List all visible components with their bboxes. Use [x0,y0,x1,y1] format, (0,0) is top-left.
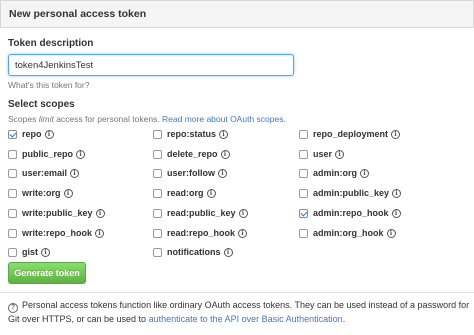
scope-read-org[interactable]: read:org i [153,186,216,200]
scope-label: read:org [167,188,204,198]
scope-repo-deployment[interactable]: repo_deployment i [299,127,401,141]
info-icon[interactable]: i [95,228,105,238]
footer-note: ? Personal access tokens function like or… [8,299,470,326]
info-icon[interactable]: i [63,188,73,198]
info-icon[interactable]: i [220,149,230,159]
info-icon[interactable]: i [206,188,216,198]
scope-read-repo-hook[interactable]: read:repo_hook i [153,226,248,240]
scope-label: write:org [22,188,61,198]
info-icon[interactable]: i [392,188,402,198]
scope-admin-org[interactable]: admin:org i [299,166,369,180]
scope-checkbox-write-org[interactable] [8,188,17,198]
scope-label: repo_deployment [313,129,389,139]
question-icon: ? [8,302,18,313]
scope-repo-status[interactable]: repo:status i [153,127,229,141]
info-icon[interactable]: i [41,247,51,257]
scope-repo[interactable]: repo i [8,127,54,141]
token-description-input[interactable] [8,54,294,76]
scope-admin-repo-hook[interactable]: admin:repo_hook i [299,206,401,220]
scopes-help-prefix: Scopes [8,114,39,124]
scopes-help-em: limit [38,114,54,124]
scope-label: admin:public_key [313,188,390,198]
info-icon[interactable]: i [218,168,228,178]
token-description-note: What's this token for? [8,80,90,90]
scope-label: user:email [22,168,68,178]
scope-label: notifications [167,247,221,257]
info-icon[interactable]: i [95,208,105,218]
scope-checkbox-public-repo[interactable] [8,149,17,159]
scope-checkbox-write-public-key[interactable] [8,208,17,218]
info-icon[interactable]: i [238,228,248,238]
scope-label: gist [22,247,39,257]
info-icon[interactable]: i [391,129,401,139]
scope-label: public_repo [22,149,74,159]
scope-write-org[interactable]: write:org i [8,186,73,200]
page-title: New personal access token [9,8,147,20]
scope-checkbox-repo-status[interactable] [153,129,162,139]
scope-checkbox-user-follow[interactable] [153,168,162,178]
select-scopes-label: Select scopes [8,99,75,110]
scope-checkbox-admin-public-key[interactable] [299,188,308,198]
basic-auth-link[interactable]: authenticate to the API over Basic Authe… [149,314,343,324]
scope-label: user:follow [167,168,216,178]
scope-checkbox-delete-repo[interactable] [153,149,162,159]
scope-label: admin:org [313,168,357,178]
info-icon[interactable]: i [238,208,248,218]
info-icon[interactable]: i [219,129,229,139]
scopes-help-middle: access for personal tokens. [53,114,163,124]
scope-write-repo-hook[interactable]: write:repo_hook i [8,226,105,240]
scope-checkbox-repo-deployment[interactable] [299,129,308,139]
token-description-label: Token description [8,38,94,49]
scope-checkbox-gist[interactable] [8,247,17,257]
panel-header: New personal access token [0,0,474,28]
scope-label: read:public_key [167,208,236,218]
scope-checkbox-admin-org-hook[interactable] [299,228,308,238]
footer-text-after: . [342,313,346,324]
scope-label: delete_repo [167,149,218,159]
scope-checkbox-admin-repo-hook[interactable] [299,208,308,218]
scope-gist[interactable]: gist i [8,245,51,259]
scope-admin-public-key[interactable]: admin:public_key i [299,186,402,200]
scope-checkbox-admin-org[interactable] [299,168,308,178]
info-icon[interactable]: i [335,149,345,159]
info-icon[interactable]: i [391,208,401,218]
info-icon[interactable]: i [44,129,54,139]
info-icon[interactable]: i [360,168,369,178]
scope-checkbox-user[interactable] [299,149,308,159]
scope-label: read:repo_hook [167,228,236,238]
scope-user-email[interactable]: user:email i [8,166,80,180]
scope-read-public-key[interactable]: read:public_key i [153,206,248,220]
scope-label: write:public_key [22,208,93,218]
scope-checkbox-read-public-key[interactable] [153,208,162,218]
info-icon[interactable]: i [76,149,86,159]
scope-label: write:repo_hook [22,228,93,238]
generate-token-button[interactable]: Generate token [8,262,86,284]
scope-user[interactable]: user i [299,147,345,161]
scope-label: repo [22,129,42,139]
scope-checkbox-read-org[interactable] [153,188,162,198]
info-icon[interactable]: i [70,168,80,178]
scope-label: user [313,149,333,159]
oauth-scopes-link[interactable]: Read more about OAuth scopes. [162,114,286,124]
info-icon[interactable]: i [223,247,233,257]
scope-write-public-key[interactable]: write:public_key i [8,206,105,220]
scope-checkbox-user-email[interactable] [8,168,17,178]
scope-notifications[interactable]: notifications i [153,245,233,259]
divider [0,292,474,293]
scope-label: repo:status [167,129,217,139]
scope-admin-org-hook[interactable]: admin:org_hook i [299,226,396,240]
scope-public-repo[interactable]: public_repo i [8,147,86,161]
scope-label: admin:org_hook [313,228,384,238]
scopes-help-text: Scopes limit access for personal tokens.… [8,114,286,124]
scope-checkbox-write-repo-hook[interactable] [8,228,17,238]
scope-checkbox-notifications[interactable] [153,247,162,257]
scope-label: admin:repo_hook [313,208,389,218]
scope-checkbox-repo[interactable] [8,129,17,139]
scope-delete-repo[interactable]: delete_repo i [153,147,230,161]
scope-user-follow[interactable]: user:follow i [153,166,228,180]
scope-checkbox-read-repo-hook[interactable] [153,228,162,238]
info-icon[interactable]: i [386,228,396,238]
